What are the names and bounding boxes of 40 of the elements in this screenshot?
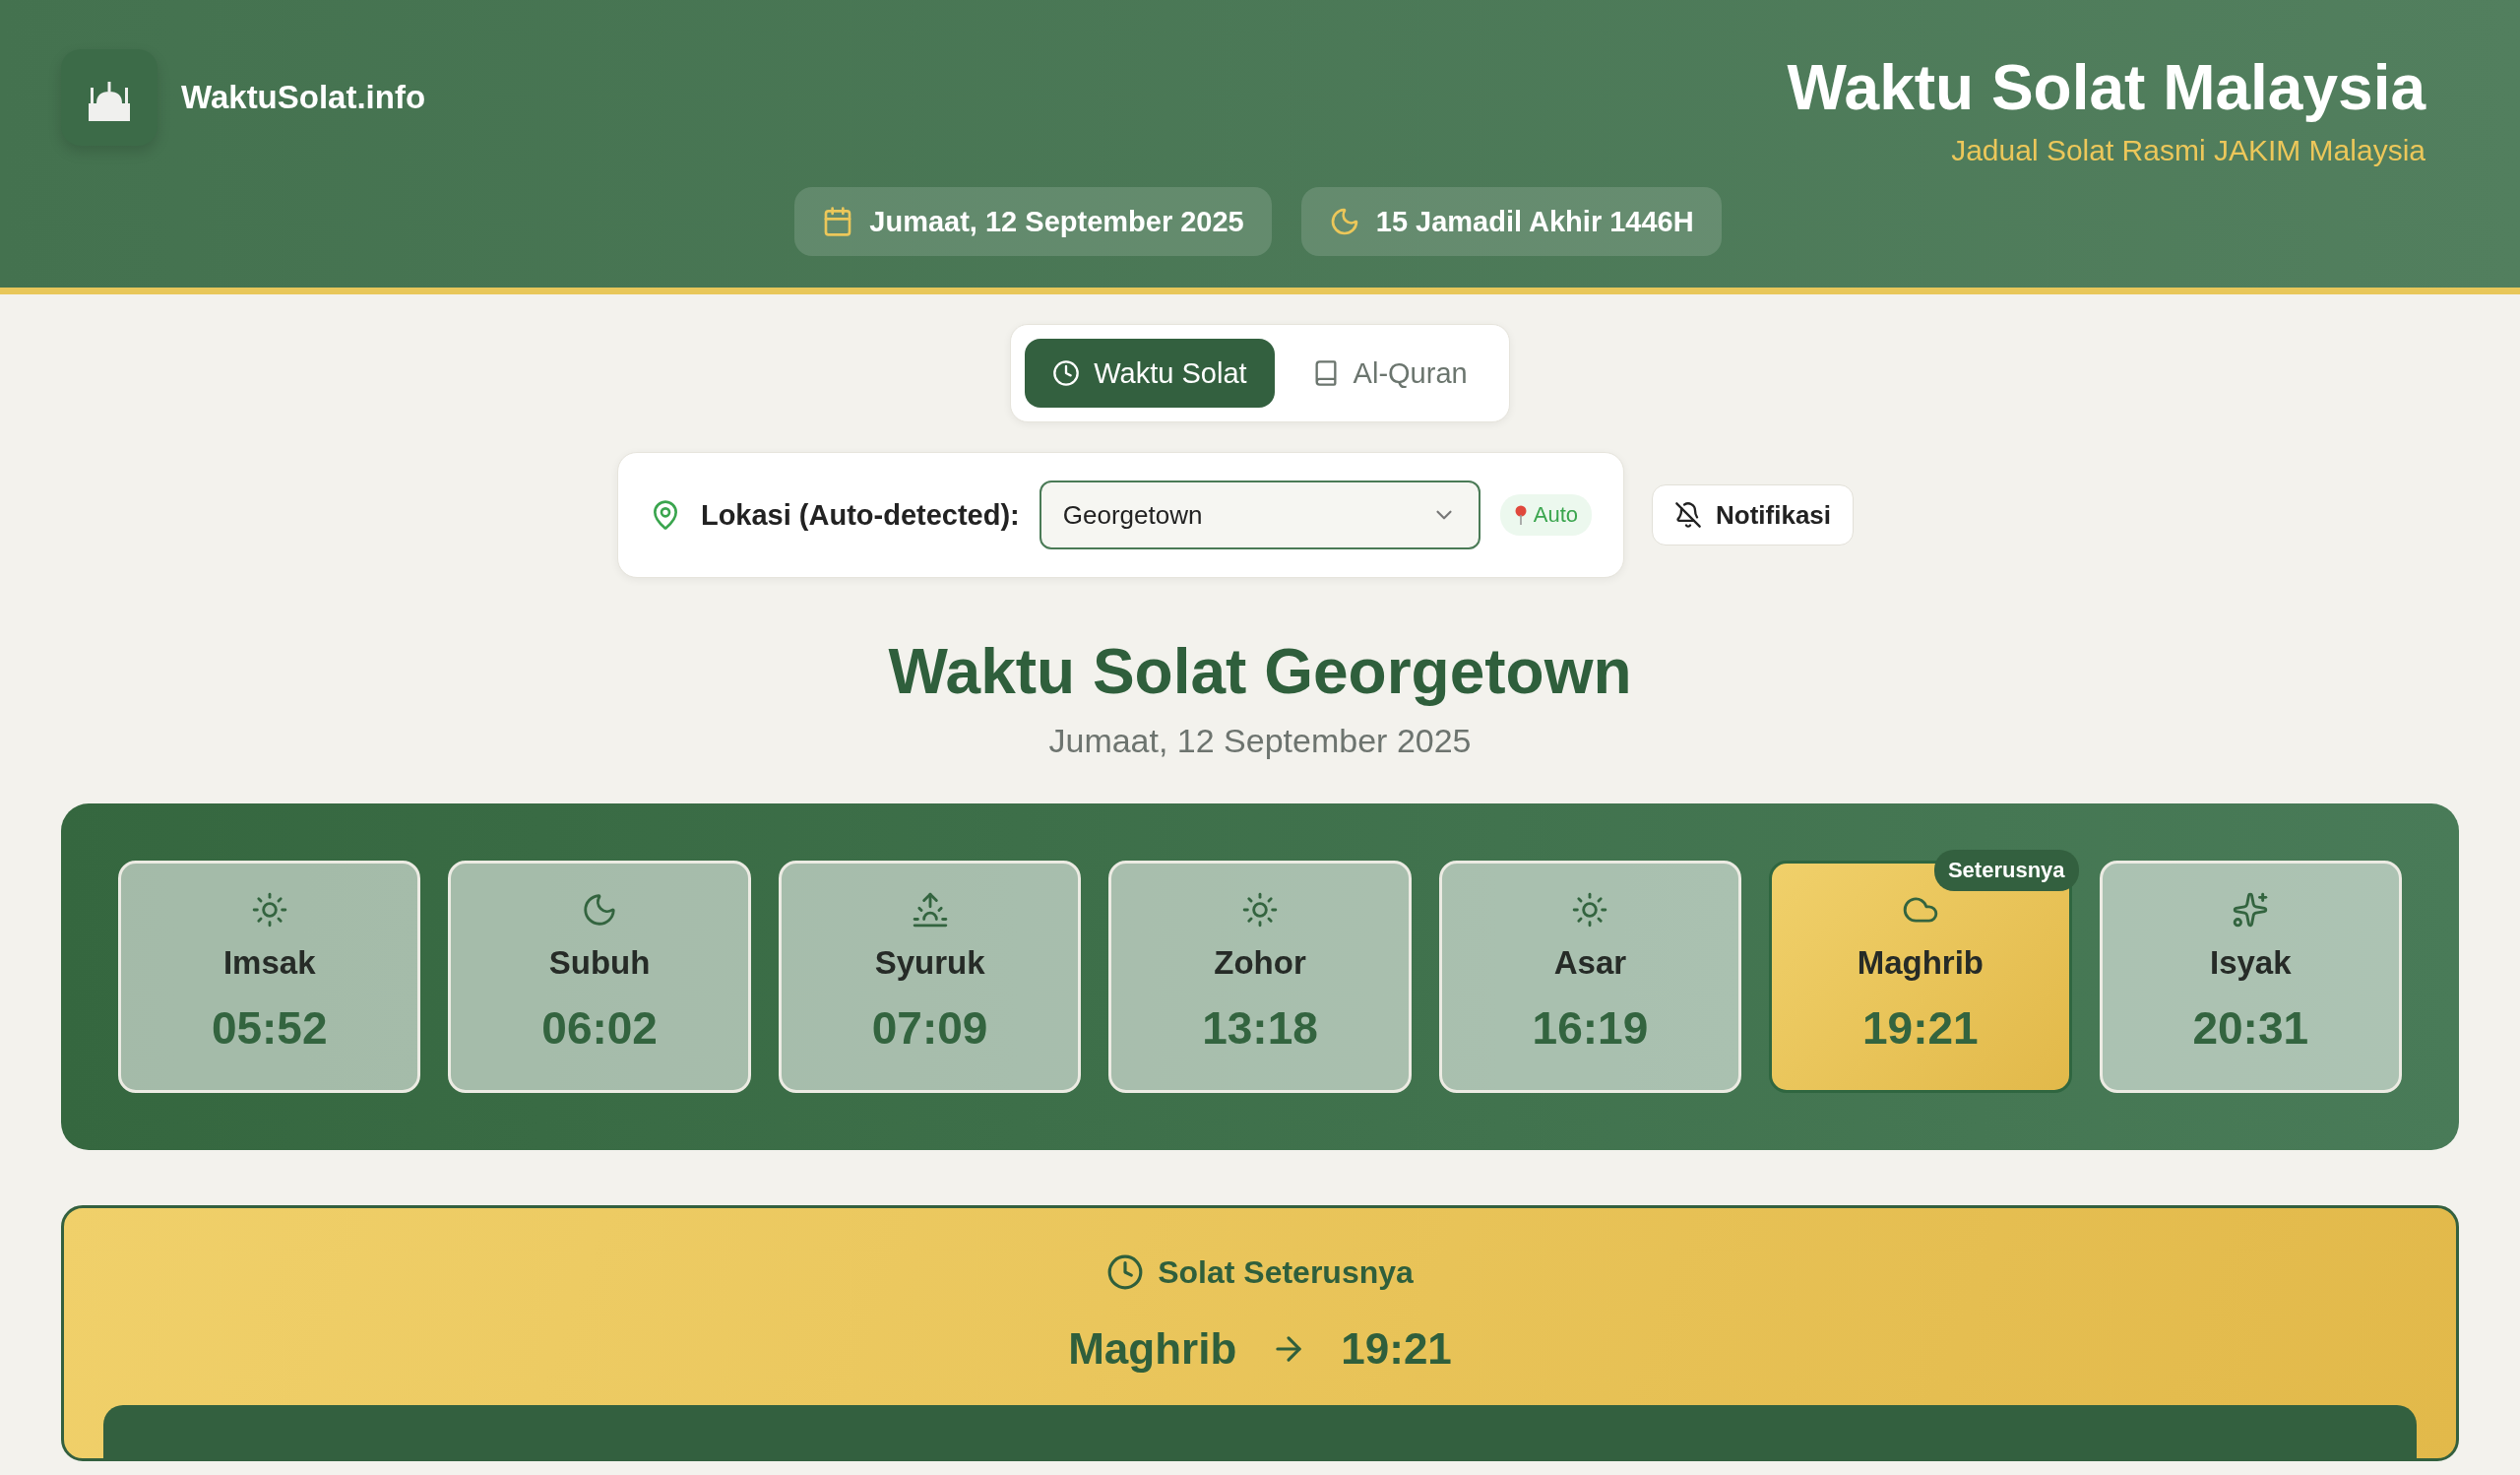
page-title: Waktu Solat Malaysia [1787, 51, 2426, 124]
location-label: Lokasi (Auto-detected): [700, 498, 1020, 532]
prayer-name: Maghrib [1857, 944, 1984, 982]
sun-icon [250, 891, 288, 929]
prayer-time: 19:21 [1862, 1001, 1979, 1055]
prayer-name: Asar [1553, 944, 1627, 982]
clock-icon [1052, 359, 1081, 387]
next-prayer-time: 19:21 [1341, 1324, 1452, 1374]
prayer-time: 13:18 [1202, 1001, 1318, 1055]
prayer-name: Syuruk [874, 944, 985, 982]
prayer-time: 06:02 [541, 1001, 658, 1055]
section-date: Jumaat, 12 September 2025 [1048, 722, 1472, 760]
page-subtitle: Jadual Solat Rasmi JAKIM Malaysia [1951, 134, 2426, 167]
prayer-time: 05:52 [211, 1001, 328, 1055]
pin-icon [1513, 505, 1528, 525]
prayer-time: 20:31 [2192, 1001, 2309, 1055]
brand-name: WaktuSolat.info [181, 79, 426, 116]
prayer-time: 07:09 [871, 1001, 988, 1055]
bell-off-icon [1674, 501, 1703, 529]
tab[interactable]: Al-Quran [1284, 339, 1495, 408]
clock-icon [1106, 1253, 1145, 1291]
sun-icon [1571, 891, 1609, 929]
notification-button[interactable]: Notifikasi [1652, 484, 1855, 545]
prayer-name: Isyak [2209, 944, 2292, 982]
gregorian-date: Jumaat, 12 September 2025 [869, 205, 1244, 238]
auto-label: Auto [1533, 502, 1579, 528]
tab[interactable]: Waktu Solat [1025, 339, 1275, 408]
prayer-time: 16:19 [1532, 1001, 1649, 1055]
sun-icon [1241, 891, 1279, 929]
sparkles-icon [2232, 891, 2270, 929]
hijri-date: 15 Jamadil Akhir 1446H [1375, 205, 1694, 238]
location-select[interactable]: Georgetown [1039, 481, 1480, 549]
prayer-name: Subuh [548, 944, 651, 982]
sunrise-icon [911, 891, 949, 929]
prayer-name: Zohor [1214, 944, 1306, 982]
prayer-name: Imsak [222, 944, 316, 982]
next-prayer-name: Maghrib [1068, 1324, 1237, 1374]
next-prayer-title: Solat Seterusnya [1158, 1253, 1414, 1291]
section-title: Waktu Solat Georgetown [888, 635, 1632, 708]
next-badge: Seterusnya [1933, 850, 2079, 891]
